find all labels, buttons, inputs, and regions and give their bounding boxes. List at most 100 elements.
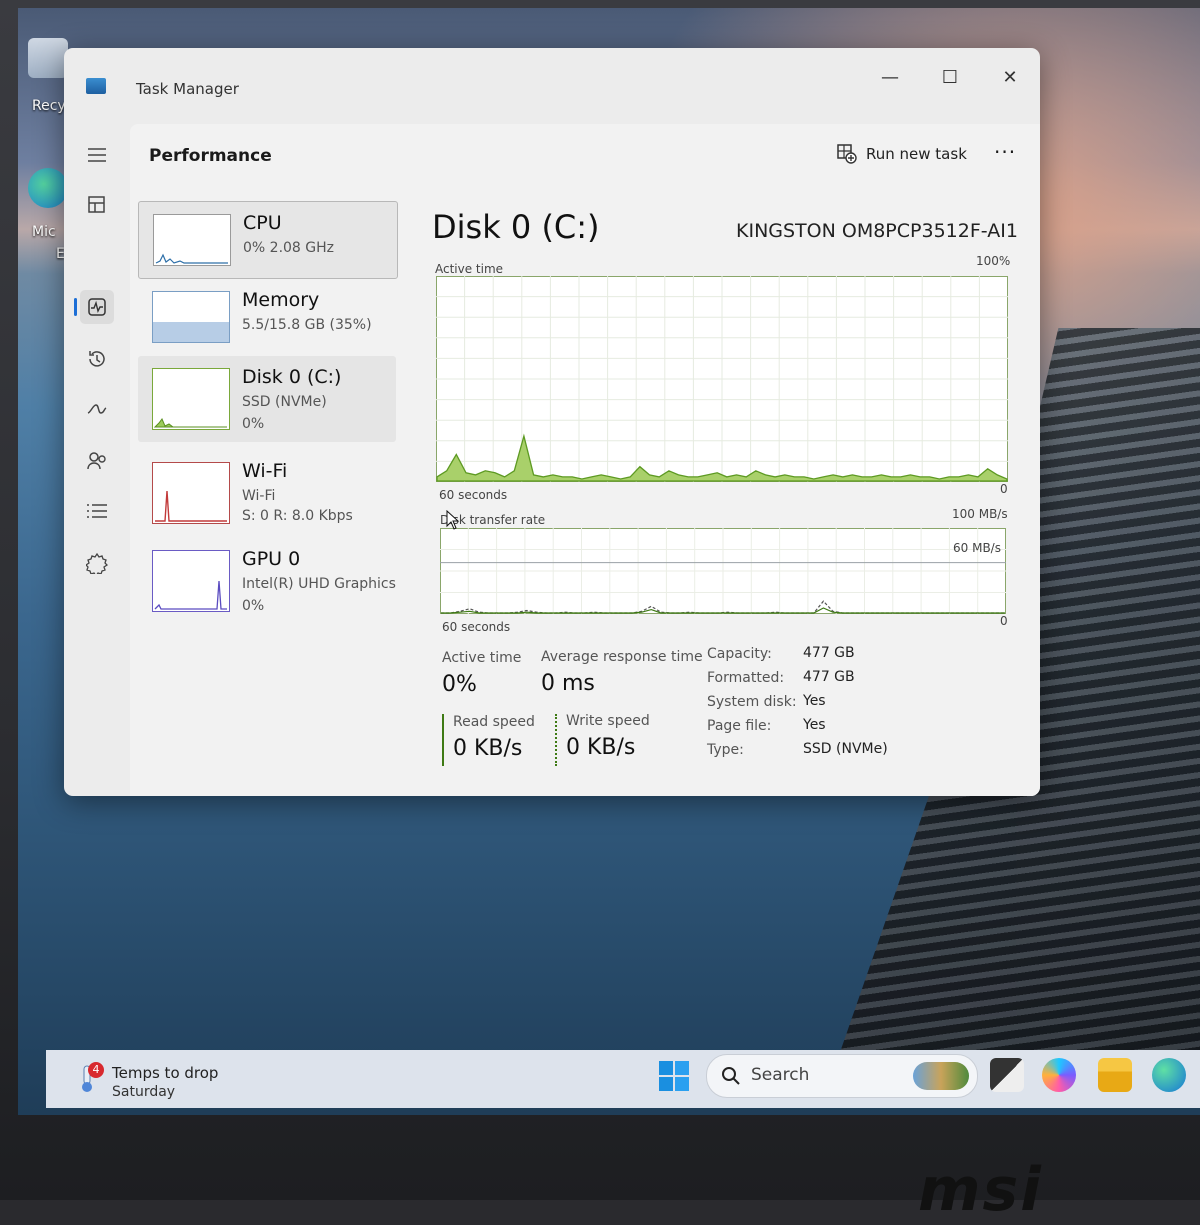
window-title: Task Manager — [136, 80, 239, 98]
nav-details[interactable] — [80, 494, 114, 528]
search-highlight-image — [913, 1062, 969, 1090]
avg-response-label: Average response time — [541, 649, 703, 665]
page-file-value: Yes — [803, 717, 826, 733]
performance-icon — [88, 298, 106, 316]
resource-detail: 0% 2.08 GHz — [243, 240, 335, 256]
resource-wifi[interactable]: Wi-Fi Wi-Fi S: 0 R: 8.0 Kbps — [138, 450, 396, 536]
wifi-thumbnail-graph — [152, 462, 230, 524]
active-time-chart-min: 0 — [1000, 482, 1008, 496]
more-options-button[interactable]: ··· — [994, 140, 1016, 164]
minimize-button[interactable]: — — [870, 62, 910, 94]
details-icon — [87, 504, 107, 518]
resource-detail: 0% — [242, 598, 265, 614]
nav-active-indicator — [74, 298, 77, 316]
hamburger-menu-button[interactable] — [80, 138, 114, 172]
msi-logo: msi — [918, 1155, 1043, 1225]
active-time-chart-max: 100% — [976, 254, 1011, 268]
active-time-value: 0% — [442, 672, 477, 697]
page-title: Performance — [149, 146, 272, 166]
read-speed-label: Read speed — [453, 714, 535, 730]
avg-response-value: 0 ms — [541, 671, 595, 696]
transfer-rate-chart — [440, 528, 1006, 614]
disk-model: KINGSTON OM8PCP3512F-AI1 — [736, 220, 1018, 242]
active-time-chart-time: 60 seconds — [439, 488, 508, 502]
title-bar[interactable]: Task Manager — ☐ ✕ — [64, 48, 1040, 122]
run-new-task-label: Run new task — [866, 145, 967, 163]
detail-title: Disk 0 (C:) — [432, 208, 600, 246]
processes-icon — [88, 196, 105, 213]
run-new-task-button[interactable]: Run new task — [836, 138, 967, 170]
active-time-label: Active time — [442, 650, 522, 666]
formatted-value: 477 GB — [803, 669, 855, 685]
hamburger-icon — [88, 148, 106, 162]
transfer-rate-chart-mid: 60 MB/s — [953, 541, 1001, 555]
search-box[interactable]: Search — [706, 1054, 978, 1098]
nav-services[interactable] — [80, 546, 114, 580]
transfer-rate-chart-max: 100 MB/s — [952, 507, 1008, 521]
start-button[interactable] — [658, 1060, 690, 1092]
weather-badge: 4 — [88, 1062, 104, 1078]
memory-thumbnail-graph — [152, 291, 230, 343]
resource-name: GPU 0 — [242, 548, 301, 570]
disk-thumbnail-graph — [152, 368, 230, 430]
nav-users[interactable] — [80, 444, 114, 478]
resource-detail: Intel(R) UHD Graphics — [242, 576, 396, 592]
transfer-rate-chart-time: 60 seconds — [442, 620, 511, 634]
desktop-icon-label: Recy — [32, 98, 66, 114]
task-manager-app-icon — [86, 78, 106, 94]
weather-headline[interactable]: Temps to drop — [112, 1064, 218, 1082]
edge-browser-icon[interactable] — [1152, 1058, 1186, 1092]
startup-apps-icon — [87, 404, 107, 414]
app-history-icon — [89, 351, 105, 367]
nav-rail — [64, 122, 128, 796]
system-disk-value: Yes — [803, 693, 826, 709]
gpu-thumbnail-svg — [154, 580, 227, 610]
resource-detail: SSD (NVMe) — [242, 394, 327, 410]
nav-performance[interactable] — [80, 290, 114, 324]
resource-detail: Wi-Fi — [242, 488, 276, 504]
formatted-key: Formatted: — [707, 670, 785, 686]
disk-thumbnail-svg — [153, 418, 227, 428]
active-time-chart-label: Active time — [435, 262, 504, 276]
resource-memory[interactable]: Memory 5.5/15.8 GB (35%) — [138, 279, 396, 355]
copilot-icon[interactable] — [1042, 1058, 1076, 1092]
type-key: Type: — [707, 742, 744, 758]
active-time-chart — [436, 276, 1008, 482]
maximize-button[interactable]: ☐ — [930, 62, 970, 94]
read-speed-value: 0 KB/s — [453, 736, 523, 761]
resource-detail: 0% — [242, 416, 265, 432]
task-view-icon[interactable] — [990, 1058, 1024, 1092]
page-file-key: Page file: — [707, 718, 772, 734]
resource-cpu[interactable]: CPU 0% 2.08 GHz — [138, 201, 398, 279]
resource-name: Disk 0 (C:) — [242, 366, 342, 388]
edge-shortcut-icon[interactable] — [28, 168, 68, 208]
capacity-value: 477 GB — [803, 645, 855, 661]
resource-disk[interactable]: Disk 0 (C:) SSD (NVMe) 0% — [138, 356, 396, 442]
transfer-rate-chart-min: 0 — [1000, 614, 1008, 628]
system-disk-key: System disk: — [707, 694, 797, 710]
recycle-bin-icon[interactable] — [28, 38, 68, 78]
resource-name: Wi-Fi — [242, 460, 288, 482]
weather-subtext[interactable]: Saturday — [112, 1084, 175, 1100]
resource-name: Memory — [242, 289, 320, 311]
performance-page: Performance Run new task ··· CPU 0% 2.08… — [130, 124, 1040, 796]
type-value: SSD (NVMe) — [803, 741, 888, 757]
services-icon — [86, 552, 108, 574]
nav-startup-apps[interactable] — [80, 392, 114, 426]
taskbar: 4 Temps to drop Saturday Search — [46, 1050, 1200, 1108]
cpu-thumbnail-graph — [153, 214, 231, 266]
write-speed-label: Write speed — [566, 713, 650, 729]
capacity-key: Capacity: — [707, 646, 772, 662]
close-button[interactable]: ✕ — [990, 62, 1030, 94]
users-icon — [87, 452, 106, 470]
resource-detail: 5.5/15.8 GB (35%) — [242, 317, 372, 333]
write-speed-bar — [555, 714, 557, 766]
read-speed-bar — [442, 714, 444, 766]
nav-app-history[interactable] — [80, 342, 114, 376]
wifi-thumbnail-svg — [155, 490, 227, 522]
nav-processes[interactable] — [80, 188, 114, 222]
file-explorer-icon[interactable] — [1098, 1058, 1132, 1092]
write-speed-value: 0 KB/s — [566, 735, 636, 760]
cpu-thumbnail-svg — [155, 253, 228, 264]
resource-gpu[interactable]: GPU 0 Intel(R) UHD Graphics 0% — [138, 538, 396, 624]
